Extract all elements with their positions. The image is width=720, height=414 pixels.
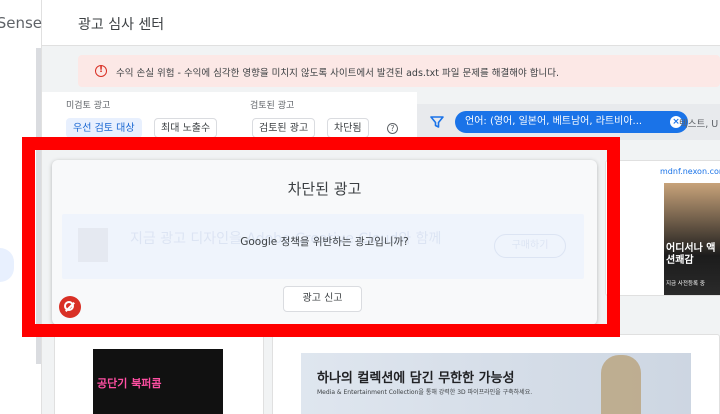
reviewed-group-label: 검토된 광고: [250, 101, 295, 111]
unreviewed-group-label: 미검토 광고: [66, 101, 111, 111]
ad-headline: 어디서나 액션쾌감: [666, 243, 716, 266]
ad-domain[interactable]: mdnf.nexon.com: [660, 167, 720, 176]
help-icon[interactable]: ?: [387, 123, 398, 134]
page-header: 광고 심사 센터: [42, 0, 720, 46]
ad-creative-image[interactable]: 하나의 컬렉션에 담긴 무한한 가능성 Media & Entertainmen…: [301, 353, 691, 414]
ad-creative-image[interactable]: 공단기 북퍼콤: [93, 349, 223, 414]
filter-bar: 언어: (영어, 일본어, 베트남어, 라트비아... × 텍스트, U: [417, 104, 720, 140]
banner-message: 수익 손실 위험 - 수익에 심각한 영향을 미치지 않도록 사이트에서 발견된…: [116, 68, 559, 79]
highlight-frame: [22, 137, 620, 337]
ad-card[interactable]: 공단기 북퍼콤: [54, 334, 264, 414]
app-brand[interactable]: AdSense: [0, 14, 42, 32]
chip-reviewed-ads[interactable]: 검토된 광고: [252, 118, 316, 138]
ad-card[interactable]: 하나의 컬렉션에 담긴 무한한 가능성 Media & Entertainmen…: [272, 334, 720, 414]
language-filter-label: 언어: (영어, 일본어, 베트남어, 라트비아...: [465, 116, 643, 127]
warning-icon: !: [95, 65, 107, 77]
ad-review-center-page: AdSense 광고 심사 센터 ! 수익 손실 위험 - 수익에 심각한 영향…: [0, 0, 720, 414]
language-filter-chip[interactable]: 언어: (영어, 일본어, 베트남어, 라트비아... ×: [455, 111, 688, 133]
ad-subtext: Media & Entertainment Collection을 통해 강력한…: [317, 389, 533, 396]
filter-more-text: 텍스트, U: [679, 119, 719, 130]
ad-subtext: 지금 사전등록 중: [666, 281, 705, 287]
ad-headline: 하나의 컬렉션에 담긴 무한한 가능성: [317, 371, 515, 386]
chip-priority-review[interactable]: 우선 검토 대상: [66, 118, 142, 138]
ad-creative-image[interactable]: 어디서나 액션쾌감 지금 사전등록 중: [664, 183, 720, 295]
filter-funnel-icon[interactable]: [430, 115, 444, 129]
ads-txt-warning-banner: ! 수익 손실 위험 - 수익에 심각한 영향을 미치지 않도록 사이트에서 발…: [78, 55, 720, 87]
ad-figure-image: [601, 355, 641, 414]
nav-item-active[interactable]: [0, 248, 14, 282]
chip-blocked[interactable]: 차단됨: [327, 118, 369, 138]
ad-card[interactable]: mdnf.nexon.com 어디서나 액션쾌감 지금 사전등록 중 관련: [605, 160, 720, 296]
review-filters: 미검토 광고 우선 검토 대상 최대 노출수 검토된 광고 검토된 광고 차단됨…: [42, 92, 417, 140]
page-title: 광고 심사 센터: [78, 17, 165, 33]
chip-max-impressions[interactable]: 최대 노출수: [154, 118, 218, 138]
ad-headline: 공단기 북퍼콤: [97, 377, 162, 390]
